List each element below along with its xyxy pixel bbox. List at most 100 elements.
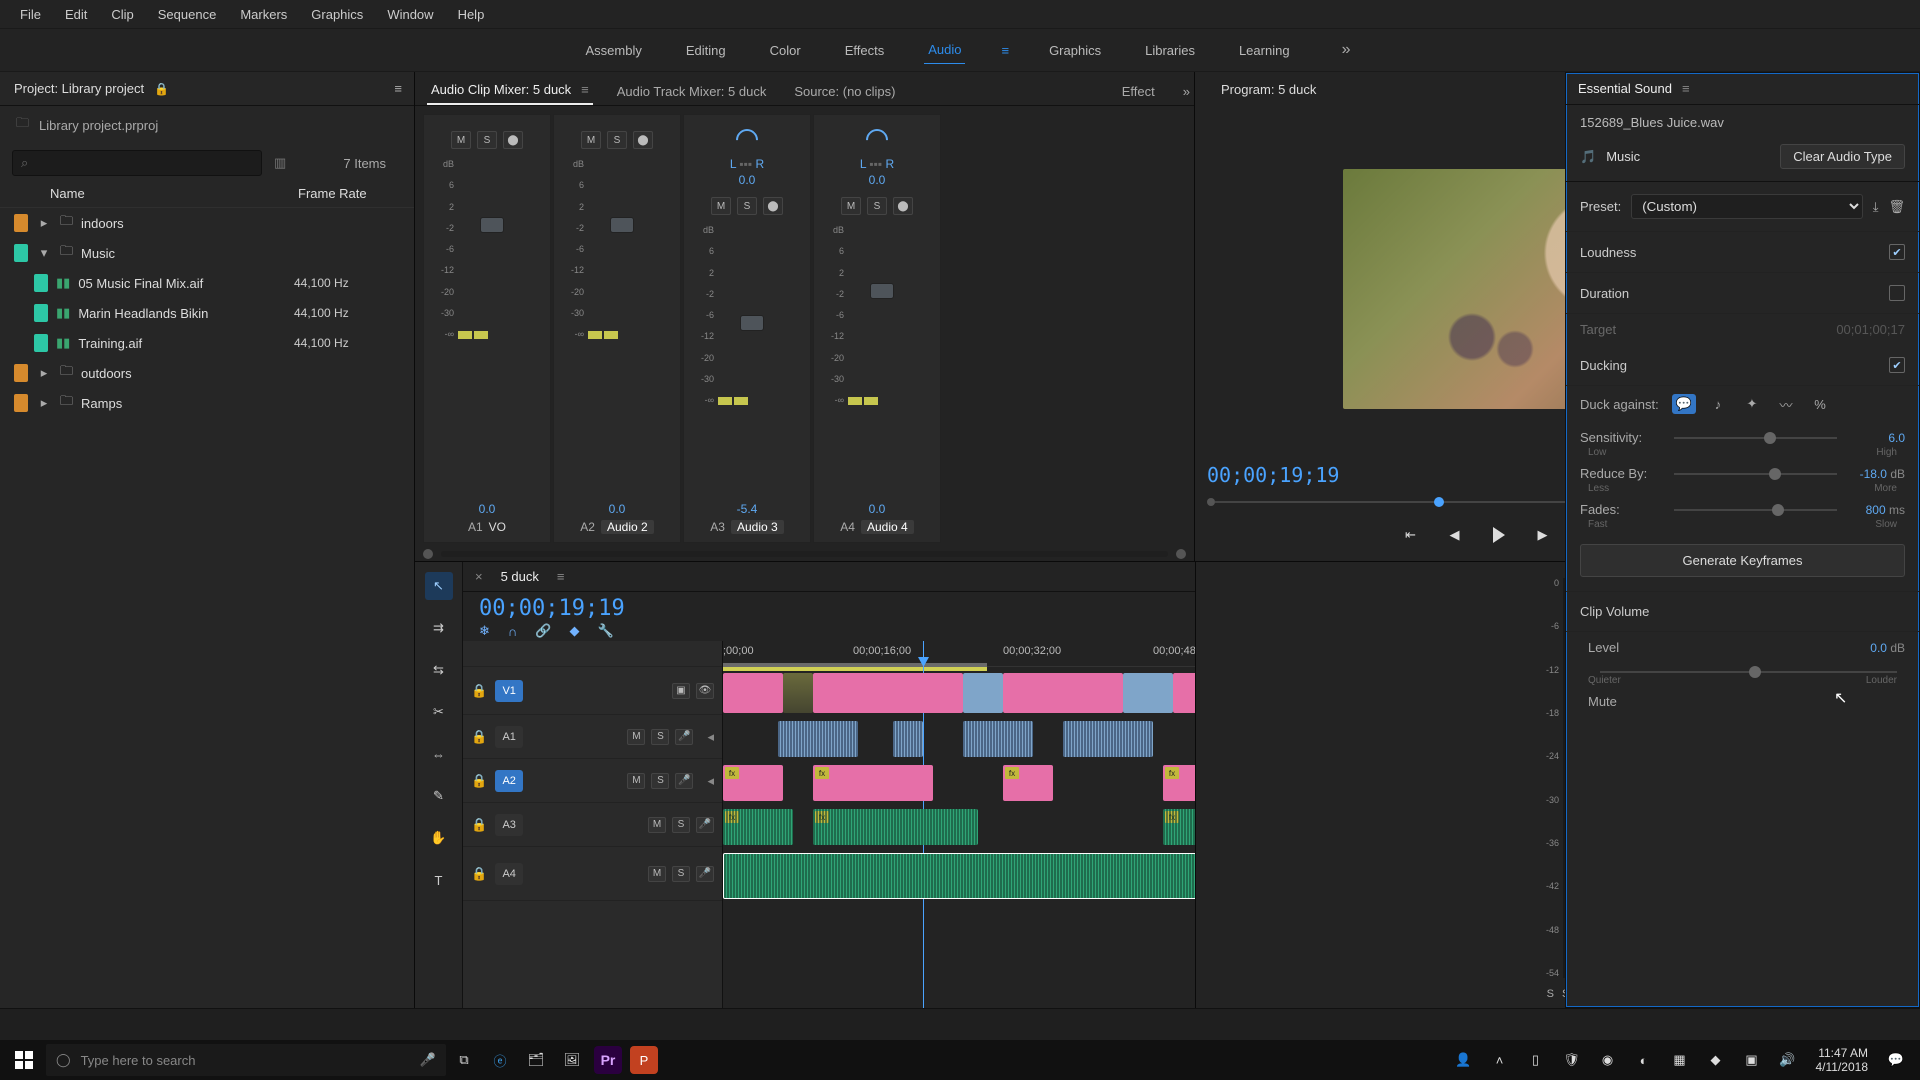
track-header-a3[interactable]: 🔒A3MS🎤 bbox=[463, 803, 722, 847]
tab-audio-track-mixer[interactable]: Audio Track Mixer: 5 duck bbox=[613, 78, 771, 105]
menu-clip[interactable]: Clip bbox=[101, 3, 143, 26]
taskbar-clock[interactable]: 11:47 AM4/11/2018 bbox=[1806, 1046, 1879, 1075]
start-button[interactable] bbox=[6, 1042, 42, 1078]
project-search-input[interactable]: ⌕ bbox=[12, 150, 262, 176]
workspace-effects[interactable]: Effects bbox=[841, 37, 889, 64]
tray-icon[interactable]: ◐ bbox=[1626, 1042, 1662, 1078]
duration-section[interactable]: Duration bbox=[1566, 273, 1919, 314]
audio-clip[interactable] bbox=[778, 721, 858, 757]
snap-icon[interactable]: ❄ bbox=[479, 623, 490, 639]
clear-audio-type-button[interactable]: Clear Audio Type bbox=[1780, 144, 1905, 169]
video-clip[interactable] bbox=[783, 673, 813, 713]
timeline-canvas[interactable]: ;00;00 00;00;16;00 00;00;32;00 00;00;48;… bbox=[723, 641, 1195, 1008]
powerpoint-icon[interactable]: P bbox=[626, 1042, 662, 1078]
explorer-icon[interactable]: 🗂 bbox=[518, 1042, 554, 1078]
menu-sequence[interactable]: Sequence bbox=[148, 3, 227, 26]
volume-icon[interactable]: 🔊 bbox=[1770, 1042, 1806, 1078]
magnet-icon[interactable]: ∩ bbox=[508, 624, 517, 639]
ripple-tool[interactable]: ⇆ bbox=[425, 656, 453, 684]
tree-row-indoors[interactable]: ▸🗀indoors bbox=[0, 208, 414, 238]
workspace-editing[interactable]: Editing bbox=[682, 37, 730, 64]
chrome-icon[interactable]: ◉ bbox=[1590, 1042, 1626, 1078]
track-select-tool[interactable]: ⇉ bbox=[425, 614, 453, 642]
duck-sfx-icon[interactable]: ✦ bbox=[1740, 394, 1764, 414]
eye-icon[interactable]: 👁 bbox=[696, 683, 714, 699]
slip-tool[interactable]: ⇔ bbox=[425, 740, 453, 768]
mixer-overflow-icon[interactable]: » bbox=[1179, 78, 1194, 105]
tray-icon[interactable]: ▣ bbox=[1734, 1042, 1770, 1078]
video-clip[interactable] bbox=[1003, 673, 1123, 713]
col-framerate[interactable]: Frame Rate bbox=[298, 186, 398, 201]
marker-icon[interactable]: ◆ bbox=[569, 623, 579, 639]
edge-icon[interactable]: ⓔ bbox=[482, 1042, 518, 1078]
duck-dialogue-icon[interactable]: 💬 bbox=[1672, 394, 1696, 414]
panel-menu-icon[interactable]: ≡ bbox=[557, 569, 565, 584]
ducking-section[interactable]: Ducking✔ bbox=[1566, 345, 1919, 386]
sensitivity-value[interactable]: 6.0 bbox=[1845, 431, 1905, 445]
preset-dropdown[interactable]: (Custom) bbox=[1631, 194, 1863, 219]
col-name[interactable]: Name bbox=[50, 186, 298, 201]
loudness-checkbox[interactable]: ✔ bbox=[1889, 244, 1905, 260]
menu-file[interactable]: File bbox=[10, 3, 51, 26]
solo-left[interactable]: S bbox=[1547, 988, 1554, 1000]
tray-icon[interactable]: ▦ bbox=[1662, 1042, 1698, 1078]
level-slider[interactable] bbox=[1600, 671, 1897, 673]
track-header-a2[interactable]: 🔒A2MS🎤◂ bbox=[463, 759, 722, 803]
sensitivity-slider[interactable] bbox=[1674, 437, 1837, 439]
audio-clip[interactable]: fx bbox=[1003, 765, 1053, 801]
workspace-assembly[interactable]: Assembly bbox=[582, 37, 646, 64]
delete-preset-icon[interactable]: 🗑 bbox=[1888, 199, 1905, 215]
task-view-icon[interactable]: ⧉ bbox=[446, 1042, 482, 1078]
workspace-learning[interactable]: Learning bbox=[1235, 37, 1294, 64]
tab-effect[interactable]: Effect bbox=[1118, 78, 1159, 105]
duck-unassigned-icon[interactable]: % bbox=[1808, 394, 1832, 414]
workspace-color[interactable]: Color bbox=[766, 37, 805, 64]
play-button[interactable] bbox=[1485, 521, 1513, 549]
settings-icon[interactable]: 🔧 bbox=[597, 623, 613, 639]
duck-music-icon[interactable]: ♪ bbox=[1706, 394, 1730, 414]
toggle-output-icon[interactable]: ▣ bbox=[672, 683, 690, 699]
audio-clip-selected[interactable] bbox=[723, 853, 1195, 899]
track-toggle-v1[interactable]: V1 bbox=[495, 680, 523, 702]
people-icon[interactable]: 👤 bbox=[1446, 1042, 1482, 1078]
duck-ambience-icon[interactable]: 〰 bbox=[1774, 394, 1798, 414]
workspace-graphicstab[interactable]: Graphics bbox=[1045, 37, 1105, 64]
video-clip[interactable] bbox=[1123, 673, 1173, 713]
tree-row-music[interactable]: ▾🗀Music bbox=[0, 238, 414, 268]
fades-slider[interactable] bbox=[1674, 509, 1837, 511]
dropbox-icon[interactable]: ◆ bbox=[1698, 1042, 1734, 1078]
tree-row-ramps[interactable]: ▸🗀Ramps bbox=[0, 388, 414, 418]
audio-clip[interactable]: fx bbox=[813, 809, 978, 845]
video-clip[interactable] bbox=[813, 673, 963, 713]
fades-value[interactable]: 800 bbox=[1866, 503, 1886, 517]
channel-value[interactable]: 0.0 bbox=[479, 502, 496, 516]
selection-tool[interactable]: ↖ bbox=[425, 572, 453, 600]
tree-row-audio2[interactable]: ▮▮Marin Headlands Bikin44,100 Hz bbox=[0, 298, 414, 328]
video-clip[interactable] bbox=[963, 673, 1003, 713]
menu-graphics[interactable]: Graphics bbox=[301, 3, 373, 26]
windows-taskbar[interactable]: ◯Type here to search🎤 ⧉ ⓔ 🗂 🖼 Pr P 👤 ˄ ▯… bbox=[0, 1040, 1920, 1080]
mic-icon[interactable]: 🎤 bbox=[675, 729, 693, 745]
record-button[interactable]: ⬤ bbox=[503, 131, 523, 149]
step-back-button[interactable]: ◀ bbox=[1441, 521, 1469, 549]
tray-chevron-icon[interactable]: ˄ bbox=[1482, 1042, 1518, 1078]
audio-clip[interactable]: fx bbox=[1163, 765, 1195, 801]
audio-clip[interactable]: fx bbox=[723, 809, 793, 845]
track-header-a1[interactable]: 🔒A1MS🎤◂ bbox=[463, 715, 722, 759]
program-timecode[interactable]: 00;00;19;19 bbox=[1207, 463, 1339, 487]
workspace-audio[interactable]: Audio bbox=[924, 36, 965, 64]
mute-button[interactable]: M bbox=[451, 131, 471, 149]
lock-icon[interactable]: 🔒 bbox=[154, 82, 169, 96]
workspace-overflow-icon[interactable]: » bbox=[1342, 41, 1351, 59]
mic-icon[interactable]: 🎤 bbox=[420, 1052, 436, 1068]
bin-icon[interactable]: ▥ bbox=[274, 155, 286, 171]
security-icon[interactable]: 🛡 bbox=[1554, 1042, 1590, 1078]
lock-icon[interactable]: 🔒 bbox=[471, 683, 487, 699]
close-sequence-icon[interactable]: × bbox=[475, 569, 483, 584]
mixer-scrollbar[interactable] bbox=[415, 547, 1194, 561]
menu-markers[interactable]: Markers bbox=[230, 3, 297, 26]
menu-window[interactable]: Window bbox=[377, 3, 443, 26]
timeline-ruler[interactable]: ;00;00 00;00;16;00 00;00;32;00 00;00;48;… bbox=[723, 641, 1195, 667]
level-value[interactable]: 0.0 bbox=[1870, 641, 1887, 655]
reduce-value[interactable]: -18.0 bbox=[1860, 467, 1887, 481]
